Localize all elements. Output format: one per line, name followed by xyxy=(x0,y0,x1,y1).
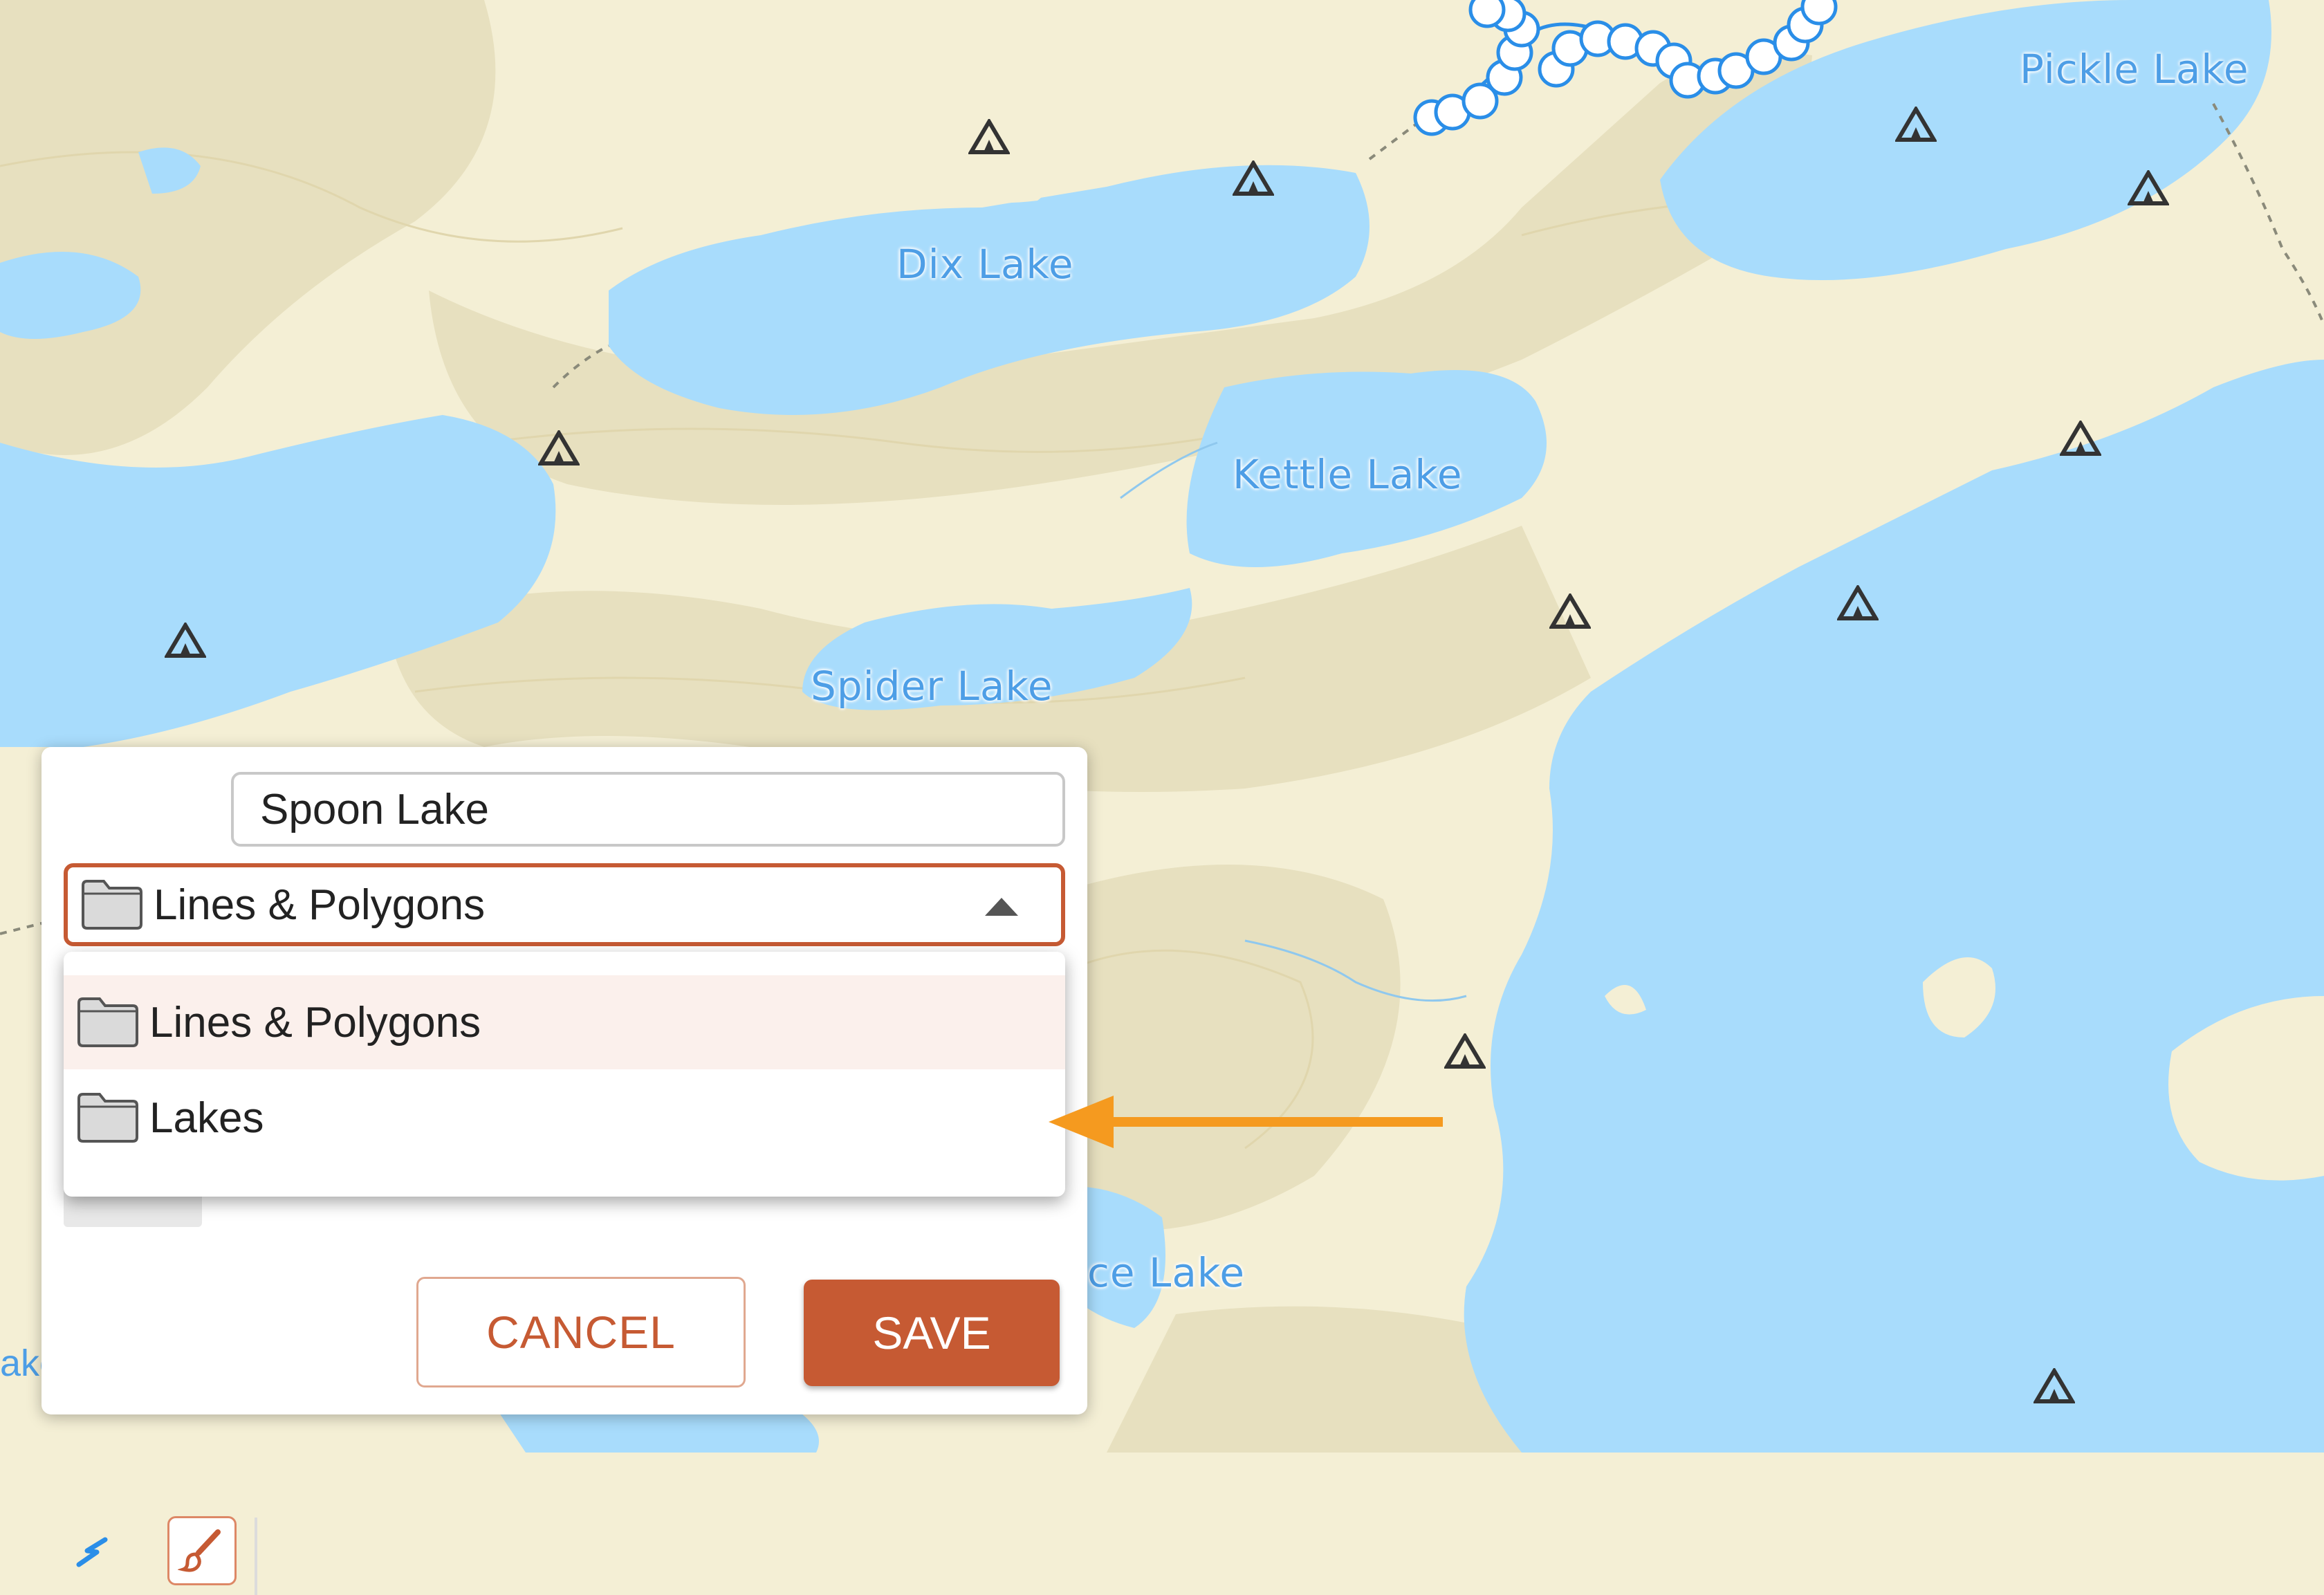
lake-label-spider: Spider Lake xyxy=(811,663,1053,710)
folder-icon xyxy=(77,997,138,1047)
lake-label-pickle: Pickle Lake xyxy=(2020,46,2249,93)
campsite-icon[interactable] xyxy=(2128,170,2169,206)
folder-option-lakes[interactable]: Lakes xyxy=(64,1071,1065,1165)
folder-icon xyxy=(77,1093,138,1143)
campsite-icon[interactable] xyxy=(968,119,1010,155)
cancel-button[interactable]: CANCEL xyxy=(416,1277,746,1387)
campsite-icon[interactable] xyxy=(2034,1368,2075,1404)
folder-option-lines-polygons[interactable]: Lines & Polygons xyxy=(64,975,1065,1069)
toolbar-divider xyxy=(255,1518,257,1595)
campsite-icon[interactable] xyxy=(165,623,206,658)
folder-option-label: Lines & Polygons xyxy=(149,998,481,1047)
lake-label-kettle: Kettle Lake xyxy=(1233,451,1463,498)
paintbrush-icon xyxy=(178,1529,221,1572)
annotation-arrow-icon xyxy=(1049,1096,1443,1148)
folder-dropdown-menu: Lines & Polygons Lakes xyxy=(64,952,1065,1197)
save-button[interactable]: SAVE xyxy=(804,1280,1060,1386)
campsite-icon[interactable] xyxy=(1549,593,1591,629)
campsite-icon[interactable] xyxy=(1444,1033,1486,1069)
campsite-icon[interactable] xyxy=(2060,421,2101,457)
folder-option-label: Lakes xyxy=(149,1094,264,1142)
campsite-icon[interactable] xyxy=(1233,160,1274,196)
line-name-input[interactable] xyxy=(231,772,1065,847)
line-tool-button[interactable] xyxy=(57,1519,126,1588)
folder-select-value: Lines & Polygons xyxy=(154,881,486,929)
campsite-icon[interactable] xyxy=(1837,585,1879,621)
route-line-icon xyxy=(76,1537,108,1567)
lake-label-partial: ce Lake xyxy=(1087,1249,1246,1296)
caret-up-icon xyxy=(985,898,1018,916)
folder-icon xyxy=(82,880,142,930)
campsite-icon[interactable] xyxy=(538,430,580,466)
folder-select[interactable]: Lines & Polygons xyxy=(64,863,1065,946)
campsite-icon[interactable] xyxy=(1895,107,1937,142)
style-button[interactable] xyxy=(167,1516,237,1585)
lake-label-dix: Dix Lake xyxy=(896,241,1074,288)
